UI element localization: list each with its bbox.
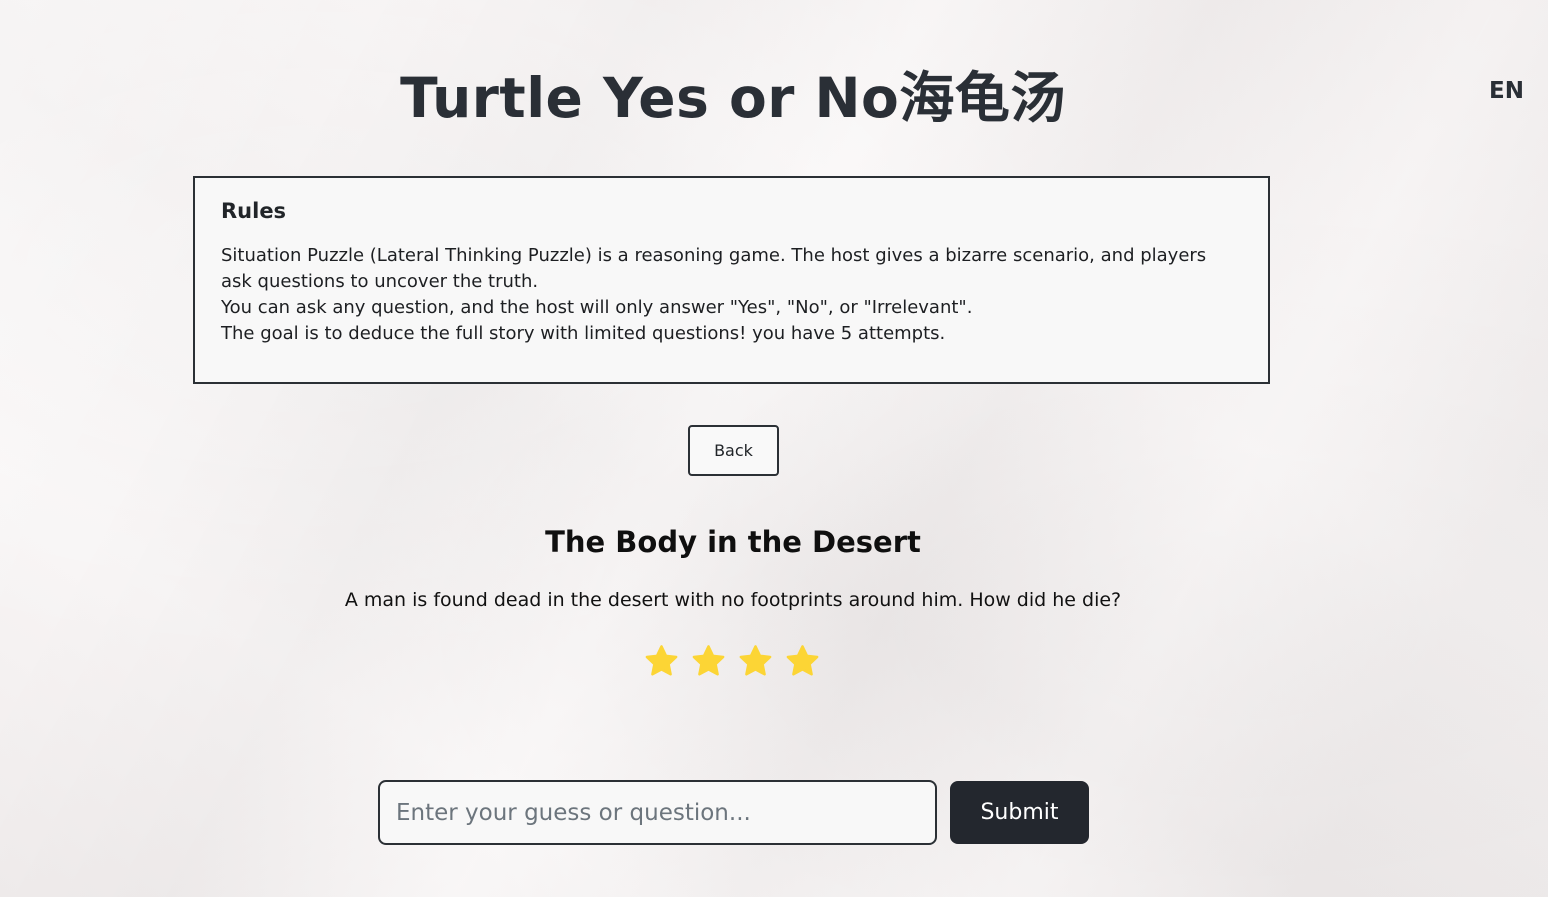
rules-title: Rules	[221, 199, 287, 223]
rules-line: You can ask any question, and the host w…	[221, 297, 973, 318]
puzzle-description: A man is found dead in the desert with n…	[344, 589, 1122, 611]
rules-line: The goal is to deduce the full story wit…	[221, 323, 946, 344]
star-icon	[786, 645, 819, 676]
rules-panel: Rules Situation Puzzle (Lateral Thinking…	[193, 176, 1270, 384]
guess-input[interactable]	[378, 780, 937, 845]
difficulty-rating	[643, 643, 821, 680]
language-toggle[interactable]: EN	[1489, 78, 1524, 104]
star-icon	[692, 645, 725, 676]
star-icon	[739, 645, 772, 676]
rules-line: Situation Puzzle (Lateral Thinking Puzzl…	[221, 245, 1207, 292]
submit-button[interactable]: Submit	[950, 781, 1089, 844]
page-title: Turtle Yes or No海龟汤	[400, 66, 1066, 130]
back-button[interactable]: Back	[688, 425, 779, 476]
star-icon	[645, 645, 678, 676]
puzzle-title: The Body in the Desert	[545, 525, 921, 559]
